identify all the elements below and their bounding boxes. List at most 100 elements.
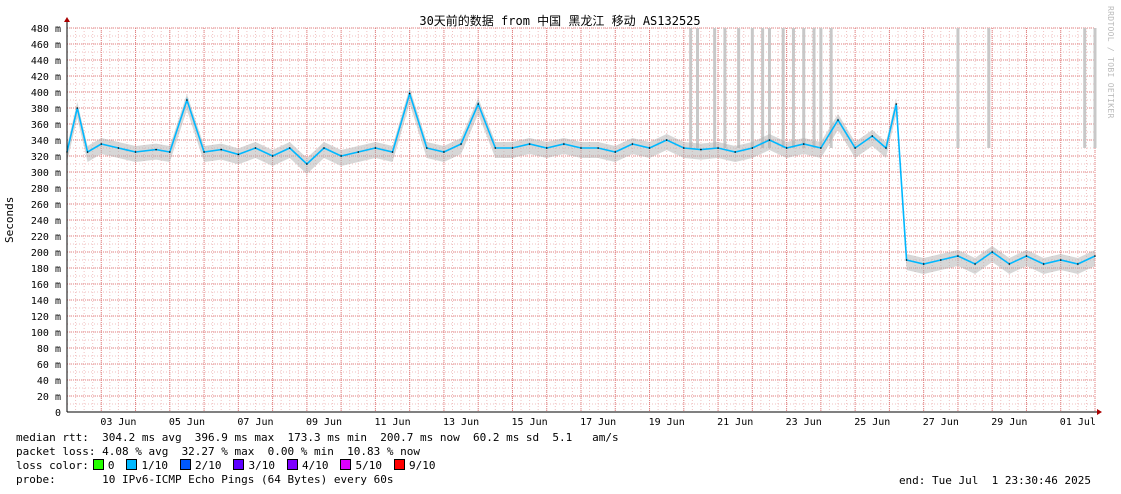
- x-tick-label: 17 Jun: [580, 417, 616, 428]
- x-tick-label: 07 Jun: [237, 417, 273, 428]
- median-rtt-point: [1059, 259, 1062, 261]
- median-rtt-point: [374, 147, 377, 149]
- loss-color-value: 5/10: [355, 459, 382, 472]
- median-rtt-point: [357, 151, 360, 153]
- median-rtt-point: [76, 107, 79, 109]
- loss-color-swatch: [233, 459, 245, 470]
- packet-loss-stats: packet loss: 4.08 % avg 32.27 % max 0.00…: [16, 445, 420, 458]
- y-tick-label: 440 m: [31, 56, 61, 67]
- median-rtt-point: [768, 139, 771, 141]
- loss-color-value: 3/10: [248, 459, 275, 472]
- loss-color-value: 2/10: [194, 459, 222, 472]
- y-tick-label: 0: [55, 408, 61, 419]
- median-rtt-point: [563, 143, 565, 145]
- rrdtool-watermark: RRDTOOL / TOBI OETIKER: [1106, 6, 1115, 119]
- y-tick-label: 260 m: [31, 200, 61, 211]
- loss-spike: [767, 28, 771, 148]
- y-tick-label: 480 m: [31, 24, 61, 35]
- y-tick-label: 20 m: [37, 392, 61, 403]
- loss-color-item: 1/10: [122, 459, 168, 472]
- median-rtt-point: [1094, 255, 1096, 257]
- loss-color-item: 5/10: [336, 459, 382, 472]
- median-rtt-point: [885, 147, 887, 149]
- loss-color-label: loss color:: [16, 459, 89, 472]
- loss-spike: [812, 28, 816, 148]
- loss-spike: [802, 28, 806, 148]
- y-tick-label: 120 m: [31, 312, 61, 323]
- loss-color-item: 2/10: [176, 459, 222, 472]
- median-rtt-point: [460, 143, 462, 145]
- loss-spike: [781, 28, 785, 148]
- y-tick-label: 240 m: [31, 216, 61, 227]
- x-tick-label: 21 Jun: [717, 417, 753, 428]
- loss-color-swatch: [393, 459, 405, 470]
- median-rtt-point: [700, 148, 702, 151]
- x-tick-label: 29 Jun: [991, 417, 1027, 428]
- x-tick-label: 19 Jun: [649, 417, 685, 428]
- x-tick-label: 27 Jun: [923, 417, 959, 428]
- loss-spike: [819, 28, 823, 148]
- x-tick-label: 01 Jul: [1060, 417, 1096, 428]
- x-axis-arrow: [1097, 409, 1102, 415]
- loss-color-value: 9/10: [408, 459, 436, 472]
- median-rtt-point: [922, 263, 925, 265]
- x-tick-label: 05 Jun: [169, 417, 205, 428]
- loss-spike: [737, 28, 741, 148]
- median-rtt-point: [940, 259, 942, 261]
- median-rtt-point: [785, 147, 788, 149]
- loss-spike: [713, 28, 717, 148]
- median-rtt-point: [155, 148, 157, 151]
- median-rtt-point: [323, 147, 325, 149]
- loss-spike: [791, 28, 795, 148]
- y-tick-label: 180 m: [31, 264, 61, 275]
- median-rtt-point: [820, 147, 822, 149]
- median-rtt-point: [254, 147, 257, 149]
- loss-color-swatch: [340, 459, 352, 470]
- loss-color-swatch: [179, 459, 191, 470]
- median-rtt-point: [408, 92, 411, 95]
- loss-color-item: 4/10: [283, 459, 328, 472]
- median-rtt-point: [614, 151, 617, 153]
- loss-spike: [696, 28, 700, 148]
- median-rtt-point: [854, 147, 856, 149]
- latency-chart: 30天前的数据 from 中国 黑龙江 移动 AS132525 0 20 m 40 m…: [31, 13, 1102, 428]
- median-rtt-point: [169, 151, 171, 153]
- median-rtt-point: [494, 147, 497, 149]
- y-tick-label: 420 m: [31, 72, 61, 83]
- median-rtt-point: [340, 155, 342, 157]
- median-rtt-point: [1042, 263, 1045, 265]
- x-tick-label: 13 Jun: [443, 417, 479, 428]
- loss-color-value: 1/10: [141, 459, 168, 472]
- median-rtt-point: [426, 147, 428, 149]
- median-rtt-point: [1025, 255, 1028, 257]
- median-rtt-point: [871, 135, 874, 137]
- median-rtt-point: [957, 255, 959, 257]
- loss-color-value: 0: [107, 459, 115, 472]
- median-rtt-point: [1008, 263, 1011, 265]
- median-rtt-point: [905, 259, 908, 261]
- y-tick-label: 40 m: [37, 376, 61, 387]
- y-tick-label: 220 m: [31, 232, 61, 243]
- median-rtt-point: [665, 139, 668, 141]
- y-tick-label: 160 m: [31, 280, 61, 291]
- median-rtt-point: [391, 151, 394, 153]
- median-rtt-point: [443, 151, 445, 153]
- median-rtt-point: [683, 147, 685, 149]
- x-tick-label: 11 Jun: [374, 417, 410, 428]
- loss-color-swatch: [92, 459, 104, 470]
- loss-color-swatch: [286, 459, 298, 470]
- median-rtt-point: [203, 151, 205, 153]
- median-rtt-point: [271, 155, 274, 157]
- median-rtt-point: [802, 143, 805, 145]
- median-rtt-point: [1077, 263, 1079, 265]
- loss-color-item: 3/10: [229, 459, 275, 472]
- median-rtt-point: [477, 103, 480, 105]
- loss-spike: [689, 28, 693, 148]
- median-rtt-point: [237, 153, 240, 156]
- y-tick-label: 100 m: [31, 328, 61, 339]
- loss-spike: [750, 28, 754, 148]
- median-rtt-point: [220, 148, 222, 151]
- y-tick-label: 400 m: [31, 88, 61, 99]
- y-tick-label: 300 m: [31, 168, 61, 179]
- y-tick-label: 380 m: [31, 104, 61, 115]
